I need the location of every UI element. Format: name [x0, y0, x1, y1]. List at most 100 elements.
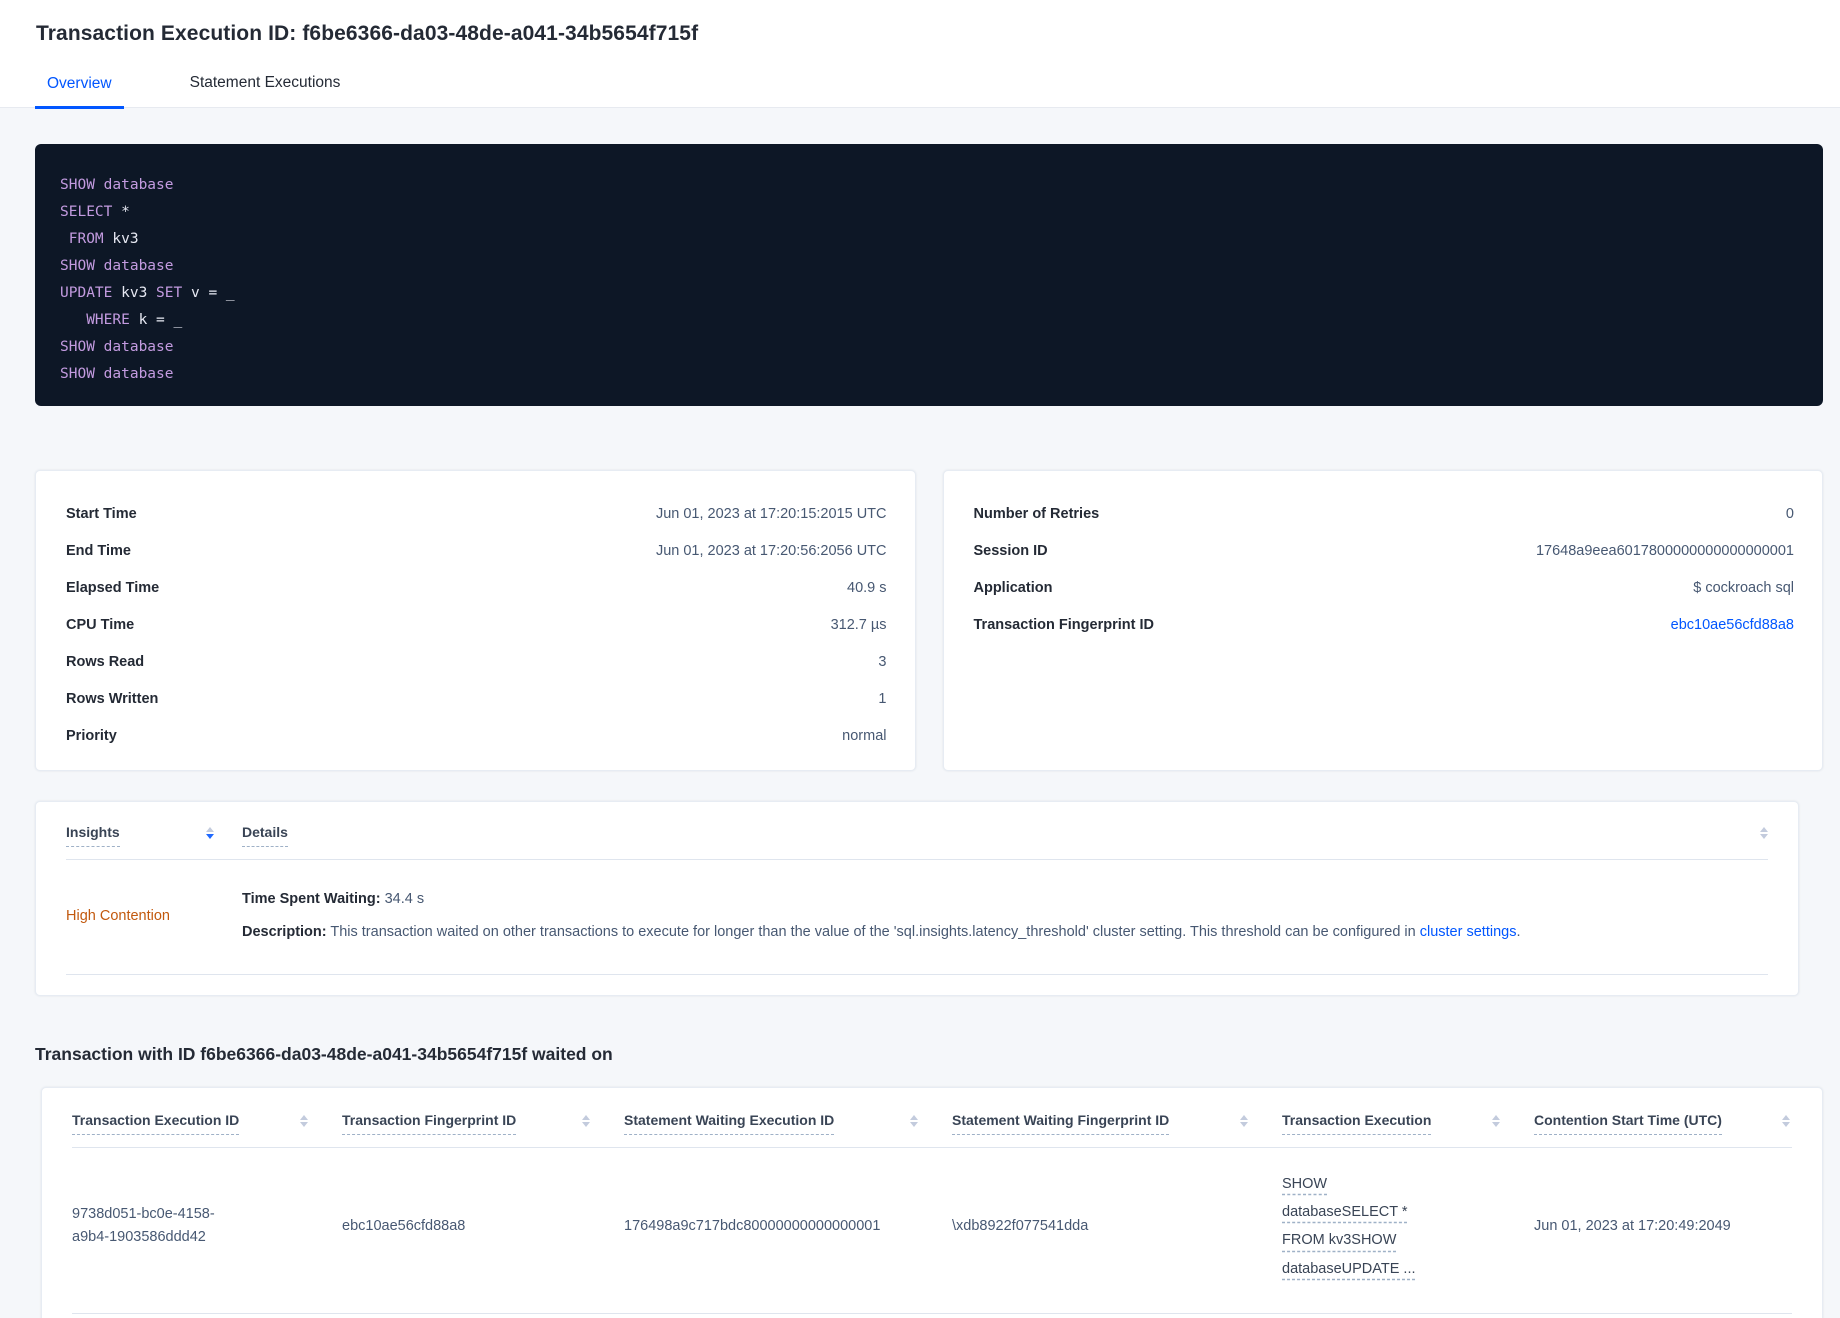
stat-row: Number of Retries 0 — [974, 495, 1795, 532]
sql-line: SELECT * — [60, 199, 1799, 226]
column-header-label[interactable]: Statement Waiting Fingerprint ID — [952, 1112, 1170, 1135]
sql-token: k = _ — [129, 312, 183, 328]
sort-icon[interactable] — [582, 1114, 590, 1127]
description-text: This transaction waited on other transac… — [326, 924, 1420, 941]
sql-line: WHERE k = _ — [60, 307, 1799, 334]
stat-label: Elapsed Time — [66, 579, 160, 596]
sort-icon[interactable] — [1782, 1114, 1790, 1127]
stat-value: $ cockroach sql — [1693, 579, 1794, 596]
stat-value: 0 — [1785, 505, 1794, 522]
stat-label: Application — [973, 579, 1053, 596]
sql-token: kv3 — [103, 231, 139, 247]
sql-token: UPDATE — [60, 285, 113, 301]
cluster-settings-link[interactable]: cluster settings — [1420, 924, 1517, 940]
stat-label: Priority — [66, 727, 117, 744]
column-header-transaction-execution-id[interactable]: Transaction Execution ID — [72, 1112, 342, 1135]
stat-cards-row: Start Time Jun 01, 2023 at 17:20:15:2015… — [35, 470, 1823, 771]
stat-value: Jun 01, 2023 at 17:20:15:2015 UTC — [655, 505, 887, 522]
details-header-label[interactable]: Details — [242, 824, 288, 847]
stat-row: Start Time Jun 01, 2023 at 17:20:15:2015… — [66, 495, 887, 532]
cell-contention-start-time: Jun 01, 2023 at 17:20:49:2049 — [1534, 1217, 1731, 1234]
execution-stats-card: Start Time Jun 01, 2023 at 17:20:15:2015… — [35, 470, 916, 771]
sort-icon[interactable] — [1760, 827, 1768, 839]
sort-up-arrow-icon — [1782, 1114, 1790, 1120]
waiting-label: Time Spent Waiting: — [242, 891, 381, 907]
column-header-label[interactable]: Transaction Execution ID — [72, 1112, 240, 1135]
page-content: SHOW database SELECT * FROM kv3 SHOW dat… — [0, 108, 1840, 1318]
sql-token: * — [121, 204, 130, 220]
column-header-label[interactable]: Contention Start Time (UTC) — [1534, 1112, 1722, 1135]
sql-token: kv3 — [112, 285, 157, 301]
sql-line: SHOW database — [60, 253, 1799, 280]
column-header-contention-start-time[interactable]: Contention Start Time (UTC) — [1534, 1112, 1792, 1135]
sort-icon[interactable] — [206, 827, 214, 839]
column-header-transaction-fingerprint-id[interactable]: Transaction Fingerprint ID — [342, 1112, 624, 1135]
transaction-fingerprint-link[interactable]: ebc10ae56cfd88a8 — [1671, 617, 1794, 633]
sql-line: SHOW database — [60, 334, 1799, 361]
sort-up-arrow-icon — [1240, 1114, 1248, 1120]
insight-badge: High Contention — [66, 907, 170, 924]
stat-label: Transaction Fingerprint ID — [973, 616, 1154, 633]
column-header-statement-waiting-fingerprint-id[interactable]: Statement Waiting Fingerprint ID — [952, 1112, 1282, 1135]
page-title: Transaction Execution ID: f6be6366-da03-… — [36, 22, 699, 45]
sort-up-arrow-icon — [582, 1114, 590, 1120]
sort-up-arrow-icon — [206, 827, 214, 832]
sort-up-arrow-icon — [910, 1114, 918, 1120]
insight-details: Time Spent Waiting: 34.4 s Description: … — [242, 888, 1520, 944]
stat-label: Rows Written — [66, 690, 159, 707]
stat-label: Start Time — [66, 505, 137, 522]
stat-row: Elapsed Time 40.9 s — [66, 569, 887, 606]
time-spent-waiting: Time Spent Waiting: 34.4 s — [242, 888, 1520, 910]
column-header-transaction-execution[interactable]: Transaction Execution — [1282, 1112, 1534, 1135]
waiting-value: 34.4 s — [380, 891, 425, 907]
insight-row: High Contention Time Spent Waiting: 34.4… — [66, 860, 1768, 974]
column-header-statement-waiting-execution-id[interactable]: Statement Waiting Execution ID — [624, 1112, 952, 1135]
stat-value: 312.7 µs — [830, 616, 887, 633]
session-stats-card: Number of Retries 0 Session ID 17648a9ee… — [942, 470, 1823, 771]
tab-overview[interactable]: Overview — [35, 75, 124, 109]
insights-column-header[interactable]: Insights — [66, 824, 242, 847]
sort-up-arrow-icon — [1492, 1114, 1500, 1120]
stat-row: Priority normal — [66, 717, 887, 754]
stat-row: Transaction Fingerprint ID ebc10ae56cfd8… — [974, 606, 1795, 643]
sql-token: FROM — [60, 231, 104, 247]
column-header-label[interactable]: Transaction Execution — [1282, 1112, 1432, 1135]
cell-transaction-execution-id: 9738d051-bc0e-4158-a9b4-1903586ddd42 — [72, 1206, 215, 1246]
tab-statement-executions[interactable]: Statement Executions — [178, 74, 353, 107]
page-header: Transaction Execution ID: f6be6366-da03-… — [0, 0, 1840, 109]
transaction-execution-preview[interactable]: SHOW databaseSELECT * FROM kv3SHOW datab… — [1282, 1176, 1416, 1277]
stat-label: Number of Retries — [973, 505, 1100, 522]
stat-row: Rows Written 1 — [66, 680, 887, 717]
stat-label: CPU Time — [66, 616, 135, 633]
stat-row: CPU Time 312.7 µs — [66, 606, 887, 643]
sql-line: SHOW database — [60, 172, 1799, 199]
stat-value: 17648a9eea6017800000000000000001 — [1535, 542, 1794, 559]
stat-value: 1 — [878, 690, 887, 707]
sort-icon[interactable] — [1492, 1114, 1500, 1127]
sql-token: v = _ — [182, 285, 235, 301]
card-bottom-spacer — [72, 1314, 1792, 1318]
column-header-label[interactable]: Transaction Fingerprint ID — [342, 1112, 517, 1135]
sort-down-arrow-icon — [1492, 1121, 1500, 1127]
sort-down-arrow-icon — [1782, 1121, 1790, 1127]
stat-label: End Time — [66, 542, 131, 559]
stat-label: Rows Read — [66, 653, 145, 670]
cell-transaction-execution[interactable]: SHOW databaseSELECT * FROM kv3SHOW datab… — [1282, 1170, 1472, 1283]
column-header-label[interactable]: Statement Waiting Execution ID — [624, 1112, 835, 1135]
stat-value: normal — [842, 727, 887, 744]
cell-transaction-fingerprint-id: ebc10ae56cfd88a8 — [342, 1217, 466, 1234]
insights-table-header: Insights Details — [66, 824, 1768, 847]
stat-row: Session ID 17648a9eea6017800000000000000… — [974, 532, 1795, 569]
sql-token: SHOW database — [60, 339, 174, 355]
sort-down-arrow-icon — [206, 834, 214, 839]
description-label: Description: — [242, 924, 327, 941]
sort-icon[interactable] — [300, 1114, 308, 1127]
insights-table: Insights Details High Contention Time Sp… — [35, 801, 1799, 996]
table-row: 9738d051-bc0e-4158-a9b4-1903586ddd42 ebc… — [72, 1148, 1792, 1313]
sort-icon[interactable] — [910, 1114, 918, 1127]
card-bottom-spacer — [66, 975, 1768, 985]
sql-token: SHOW database — [60, 258, 174, 274]
insights-header-label[interactable]: Insights — [66, 824, 120, 847]
sql-line: SHOW database — [60, 361, 1799, 388]
sort-icon[interactable] — [1240, 1114, 1248, 1127]
